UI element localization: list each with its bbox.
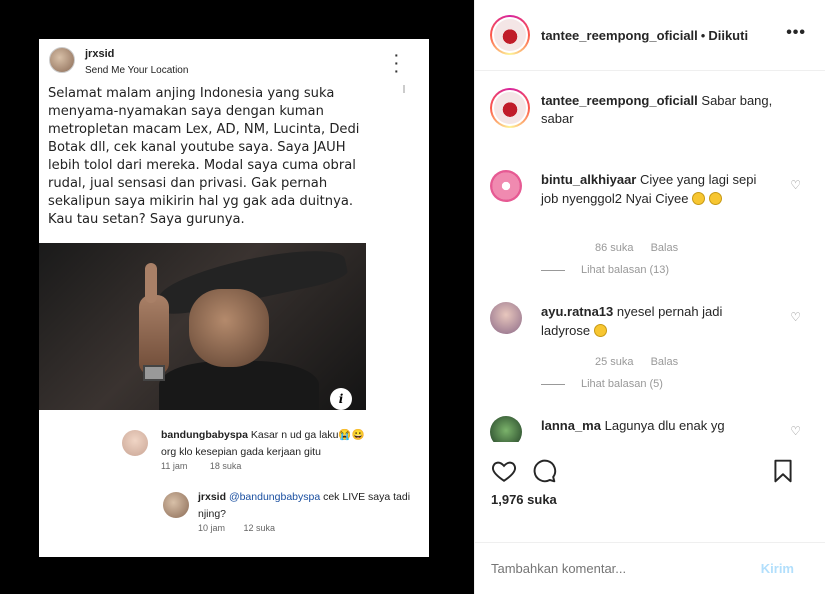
comment-avatar[interactable] [490, 416, 522, 442]
post-comment-button[interactable]: Kirim [761, 561, 794, 576]
like-comment-heart-icon[interactable]: ♡ [790, 424, 801, 438]
finger-shape [145, 263, 157, 303]
view-replies[interactable]: Lihat balasan (13) [541, 264, 669, 276]
more-vertical-icon: · · · [394, 47, 399, 79]
embedded-caption: Selamat malam anjing Indonesia yang suka… [48, 86, 360, 227]
author-avatar[interactable] [490, 15, 530, 55]
comment-reply-button[interactable]: Balas [651, 356, 679, 368]
embedded-location: Send Me Your Location [85, 65, 189, 76]
face-shape [189, 289, 269, 367]
comment-reply-button[interactable]: Balas [651, 242, 679, 254]
embedded-reply-username: jrxsid [198, 491, 227, 503]
embedded-comment-line2: org klo kesepian gada kerjaan gitu [161, 446, 321, 458]
comment-username[interactable]: bintu_alkhiyaar [541, 172, 636, 187]
author-line: tantee_reempong_oficiall • Diikuti [541, 28, 748, 43]
embedded-reply-time: 10 jam [198, 523, 226, 533]
embedded-comment-text: bandungbabyspa Kasar n ud ga laku😭😀 org … [161, 427, 423, 461]
comment-bubble-icon[interactable] [531, 458, 557, 484]
comment-avatar[interactable] [490, 170, 522, 202]
separator: • [700, 28, 706, 43]
likes-count[interactable]: 1,976 suka [491, 492, 557, 507]
embedded-comment-avatar [122, 430, 148, 456]
comment-username[interactable]: lanna_ma [541, 418, 601, 433]
more-options-icon[interactable]: ••• [786, 24, 806, 42]
like-heart-icon[interactable] [491, 458, 517, 484]
embedded-reply-meta: 10 jam 12 suka [198, 523, 291, 533]
embedded-reply-likes: 12 suka [243, 523, 276, 533]
embedded-comment-likes: 18 suka [209, 461, 242, 471]
add-comment-row: Kirim [475, 542, 825, 594]
comment-input[interactable] [491, 561, 741, 576]
post-image[interactable]: jrxsid Send Me Your Location · · · Selamat… [39, 39, 429, 557]
replies-line [541, 269, 565, 271]
embedded-reply-avatar [163, 492, 189, 518]
sad-emoji-icon [593, 324, 607, 337]
caption-text: tantee_reempong_oficiall Sabar bang, sab… [541, 92, 801, 128]
comment-text: lanna_ma Lagunya dlu enak yg [541, 416, 766, 435]
shirt-shape [159, 361, 319, 410]
caption-avatar[interactable] [490, 88, 530, 128]
replies-line [541, 383, 565, 385]
laughing-emoji-icon [692, 192, 706, 205]
author-username[interactable]: tantee_reempong_oficiall [541, 28, 698, 43]
caption-username[interactable]: tantee_reempong_oficiall [541, 93, 698, 108]
post-image-panel: jrxsid Send Me Your Location · · · Selamat… [0, 0, 474, 594]
post-header: tantee_reempong_oficiall • Diikuti ••• [475, 0, 825, 71]
embedded-comment-username: bandungbabyspa [161, 429, 248, 441]
like-comment-heart-icon[interactable]: ♡ [790, 178, 801, 192]
comment-meta: 25 suka Balas [595, 356, 692, 368]
instagram-post-modal: jrxsid Send Me Your Location · · · Selamat… [0, 0, 825, 594]
comments-list[interactable]: tantee_reempong_oficiall Sabar bang, sab… [475, 72, 825, 442]
ring-shape [143, 365, 165, 381]
embedded-username: jrxsid [85, 48, 115, 60]
embedded-photo: i [39, 243, 366, 410]
comment-meta: 86 suka Balas [595, 242, 692, 254]
bookmark-icon[interactable] [770, 458, 796, 484]
view-replies-label[interactable]: Lihat balasan (5) [581, 378, 663, 390]
view-replies[interactable]: Lihat balasan (5) [541, 378, 663, 390]
comment-likes[interactable]: 25 suka [595, 356, 634, 368]
embedded-post-header: jrxsid Send Me Your Location · · · [49, 47, 421, 83]
laughing-emoji-icon [708, 192, 722, 205]
comment-avatar[interactable] [490, 302, 522, 334]
embedded-avatar [49, 47, 75, 73]
embedded-comment-time: 11 jam [161, 461, 188, 471]
embedded-reply-text: jrxsid @bandungbabyspa cek LIVE saya tad… [198, 489, 423, 523]
like-comment-heart-icon[interactable]: ♡ [790, 310, 801, 324]
post-actions [475, 452, 825, 488]
comment-body: Lagunya dlu enak yg [604, 418, 725, 433]
comment-likes[interactable]: 86 suka [595, 242, 634, 254]
comment-text: bintu_alkhiyaar Ciyee yang lagi sepi job… [541, 170, 766, 208]
embedded-comment-meta: 11 jam 18 suka [161, 461, 261, 471]
follow-status-button[interactable]: Diikuti [708, 28, 748, 43]
embedded-comment-line1: Kasar n ud ga laku😭😀 [250, 429, 365, 441]
view-replies-label[interactable]: Lihat balasan (13) [581, 264, 669, 276]
comment-username[interactable]: ayu.ratna13 [541, 304, 613, 319]
comment-text: ayu.ratna13 nyesel pernah jadi ladyrose [541, 302, 766, 340]
post-sidebar: tantee_reempong_oficiall • Diikuti ••• tan… [474, 0, 825, 594]
hand-shape [139, 295, 169, 375]
embedded-scrollbar [403, 85, 405, 93]
embedded-reply-mention: @bandungbabyspa [228, 491, 321, 503]
info-icon: i [330, 388, 352, 410]
